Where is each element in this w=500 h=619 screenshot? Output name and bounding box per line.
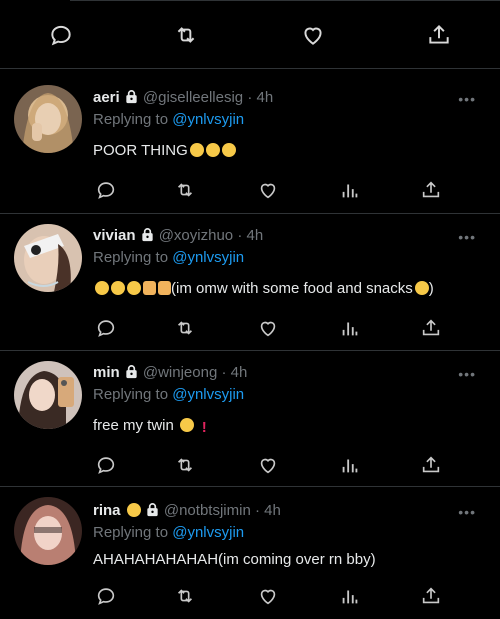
reply-header: rina @notbtsjimin · 4h	[93, 502, 281, 521]
lock-icon	[124, 89, 139, 108]
reply-text-content: POOR THING	[93, 142, 188, 159]
share-icon[interactable]	[419, 316, 443, 340]
replying-label: Replying to	[93, 386, 169, 403]
laughing-emoji-icon	[189, 143, 204, 157]
replying-to: Replying to @ynlvsyjin	[93, 386, 244, 403]
username[interactable]: @xoyizhuo	[159, 227, 233, 244]
reply-item[interactable]: rina @notbtsjimin · 4h ••• Replying to @…	[0, 487, 500, 619]
retweet-icon[interactable]	[171, 20, 201, 50]
avatar[interactable]	[14, 85, 82, 153]
mention-link[interactable]: @ynlvsyjin	[172, 111, 244, 128]
lock-icon	[124, 364, 139, 383]
reply-icon[interactable]	[94, 178, 118, 202]
replying-label: Replying to	[93, 111, 169, 128]
timestamp[interactable]: · 4h	[221, 364, 247, 381]
avatar[interactable]	[14, 361, 82, 429]
avatar[interactable]	[14, 497, 82, 565]
mention-link[interactable]: @ynlvsyjin	[172, 249, 244, 266]
laughing-emoji-icon	[127, 281, 141, 295]
reply-text-content: (im omw with some food and snacks	[171, 280, 413, 297]
more-options-icon[interactable]: •••	[458, 91, 476, 107]
analytics-icon[interactable]	[338, 584, 362, 608]
reply-icon[interactable]	[94, 316, 118, 340]
reply-text: free my twin !	[93, 417, 208, 435]
more-options-icon[interactable]: •••	[458, 504, 476, 520]
scream-emoji-icon	[126, 503, 141, 517]
username[interactable]: @notbtsjimin	[164, 502, 251, 519]
mention-link[interactable]: @ynlvsyjin	[172, 524, 244, 541]
laughing-emoji-icon	[111, 281, 125, 295]
username[interactable]: @winjeong	[143, 364, 217, 381]
reply-actions	[0, 178, 500, 202]
retweet-icon[interactable]	[173, 453, 197, 477]
replying-label: Replying to	[93, 249, 169, 266]
reply-text: (im omw with some food and snacks)	[93, 280, 434, 297]
display-name[interactable]: vivian	[93, 227, 136, 244]
reply-item[interactable]: aeri @giselleellesig · 4h ••• Replying t…	[0, 69, 500, 214]
reply-actions	[0, 316, 500, 340]
previous-tweet-actions	[0, 0, 500, 69]
reply-actions	[0, 453, 500, 477]
reply-icon[interactable]	[46, 20, 76, 50]
more-options-icon[interactable]: •••	[458, 229, 476, 245]
more-options-icon[interactable]: •••	[458, 366, 476, 382]
reply-item[interactable]: min @winjeong · 4h ••• Replying to @ynlv…	[0, 351, 500, 487]
display-name[interactable]: rina	[93, 502, 121, 519]
reply-actions	[0, 584, 500, 608]
display-name[interactable]: aeri	[93, 89, 120, 106]
replying-to: Replying to @ynlvsyjin	[93, 249, 244, 266]
lock-icon	[145, 502, 160, 521]
fist-emoji-icon	[158, 281, 171, 295]
retweet-icon[interactable]	[173, 178, 197, 202]
timestamp[interactable]: · 4h	[255, 502, 281, 519]
mention-link[interactable]: @ynlvsyjin	[172, 386, 244, 403]
analytics-icon[interactable]	[338, 178, 362, 202]
reply-text-content: AHAHAHAHAHAH(im coming over rn bby)	[93, 551, 376, 568]
timestamp[interactable]: · 4h	[237, 227, 263, 244]
like-icon[interactable]	[256, 453, 280, 477]
laughing-emoji-icon	[95, 281, 109, 295]
smile-emoji-icon	[414, 281, 429, 295]
divider	[70, 0, 500, 1]
share-icon[interactable]	[419, 584, 443, 608]
username[interactable]: @giselleellesig	[143, 89, 243, 106]
fist-emoji-icon	[143, 281, 156, 295]
replying-to: Replying to @ynlvsyjin	[93, 111, 244, 128]
laughing-emoji-icon	[221, 143, 236, 157]
replying-label: Replying to	[93, 524, 169, 541]
retweet-icon[interactable]	[173, 584, 197, 608]
reply-item[interactable]: vivian @xoyizhuo · 4h ••• Replying to @y…	[0, 214, 500, 351]
share-icon[interactable]	[419, 178, 443, 202]
timestamp[interactable]: · 4h	[247, 89, 273, 106]
retweet-icon[interactable]	[173, 316, 197, 340]
exclamation-emoji: !	[201, 419, 207, 436]
analytics-icon[interactable]	[338, 316, 362, 340]
reply-icon[interactable]	[94, 584, 118, 608]
like-icon[interactable]	[256, 584, 280, 608]
replying-to: Replying to @ynlvsyjin	[93, 524, 244, 541]
reply-header: min @winjeong · 4h	[93, 364, 247, 383]
reply-text-content: free my twin	[93, 417, 174, 434]
share-icon[interactable]	[424, 20, 454, 50]
face-emoji-icon	[180, 418, 195, 432]
like-icon[interactable]	[256, 178, 280, 202]
reply-header: vivian @xoyizhuo · 4h	[93, 227, 263, 246]
share-icon[interactable]	[419, 453, 443, 477]
reply-text: POOR THING	[93, 142, 236, 159]
reply-text-end: )	[428, 280, 434, 297]
like-icon[interactable]	[256, 316, 280, 340]
reply-text: AHAHAHAHAHAH(im coming over rn bby)	[93, 551, 376, 568]
avatar[interactable]	[14, 224, 82, 292]
like-icon[interactable]	[298, 20, 328, 50]
laughing-emoji-icon	[205, 143, 220, 157]
lock-icon	[140, 227, 155, 246]
display-name[interactable]: min	[93, 364, 120, 381]
analytics-icon[interactable]	[338, 453, 362, 477]
reply-header: aeri @giselleellesig · 4h	[93, 89, 273, 108]
reply-icon[interactable]	[94, 453, 118, 477]
